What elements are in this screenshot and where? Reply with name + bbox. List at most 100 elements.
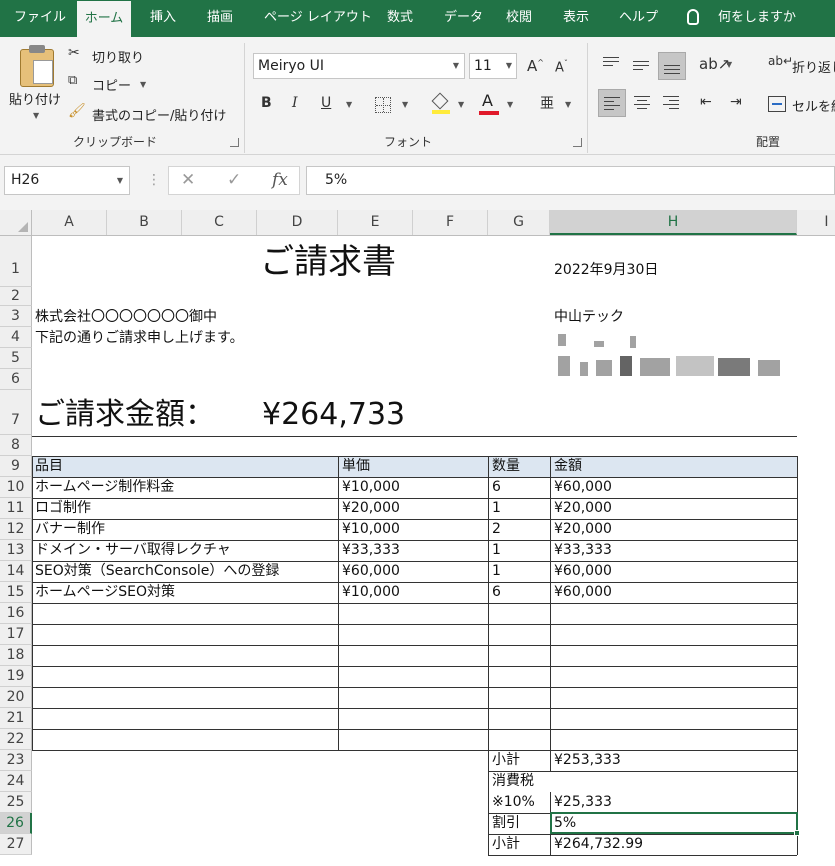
align-left-button[interactable]	[598, 89, 626, 117]
copy-button[interactable]: コピー	[92, 75, 131, 94]
paste-icon[interactable]	[20, 45, 54, 87]
font-color-dropdown-icon[interactable]: ▼	[507, 100, 513, 109]
row-header-16[interactable]: 16	[0, 603, 32, 624]
align-middle-icon[interactable]	[633, 61, 649, 73]
row-header-4[interactable]: 4	[0, 327, 32, 348]
tab-insert[interactable]: 挿入	[148, 0, 178, 37]
align-bottom-button[interactable]	[658, 52, 686, 80]
item-amount: ¥60,000	[554, 479, 612, 495]
tab-draw[interactable]: 描画	[205, 0, 235, 37]
copy-icon[interactable]: ⧉	[68, 73, 77, 88]
decrease-indent-icon[interactable]: ⇤	[700, 94, 712, 110]
row-header-12[interactable]: 12	[0, 519, 32, 540]
column-header-c[interactable]: C	[182, 210, 257, 235]
orientation-dropdown-icon[interactable]: ▼	[726, 60, 732, 69]
row-header-6[interactable]: 6	[0, 369, 32, 390]
tab-formulas[interactable]: 数式	[385, 0, 415, 37]
row-header-18[interactable]: 18	[0, 645, 32, 666]
lightbulb-icon[interactable]	[687, 9, 699, 25]
row-header-19[interactable]: 19	[0, 666, 32, 687]
tab-help[interactable]: ヘルプ	[617, 0, 660, 37]
row-header-23[interactable]: 23	[0, 750, 32, 771]
row-header-20[interactable]: 20	[0, 687, 32, 708]
row-header-2[interactable]: 2	[0, 287, 32, 306]
wrap-text-icon[interactable]: ab↵	[768, 54, 793, 68]
row-header-10[interactable]: 10	[0, 477, 32, 498]
column-header-e[interactable]: E	[338, 210, 413, 235]
tab-view[interactable]: 表示	[561, 0, 591, 37]
clipboard-launcher-icon[interactable]	[230, 138, 239, 147]
drag-handle-icon[interactable]: ⋮	[147, 172, 161, 188]
bold-button[interactable]: B	[261, 95, 272, 111]
column-header-d[interactable]: D	[257, 210, 338, 235]
name-box[interactable]: H26 ▼	[4, 166, 130, 195]
row-header-22[interactable]: 22	[0, 729, 32, 750]
tell-me-search[interactable]: 何をしますか	[716, 0, 798, 37]
item-name: ホームページ制作料金	[35, 479, 175, 495]
font-color-icon[interactable]: A	[479, 91, 499, 115]
underline-dropdown-icon[interactable]: ▼	[346, 100, 352, 109]
row-header-7[interactable]: 7	[0, 390, 32, 435]
row-header-21[interactable]: 21	[0, 708, 32, 729]
column-header-a[interactable]: A	[32, 210, 107, 235]
tab-review[interactable]: 校閲	[504, 0, 534, 37]
font-name-dropdown[interactable]: Meiryo UI ▼	[253, 53, 465, 79]
row-header-27[interactable]: 27	[0, 834, 32, 855]
row-header-26[interactable]: 26	[0, 813, 32, 834]
row-header-3[interactable]: 3	[0, 306, 32, 327]
column-header-f[interactable]: F	[413, 210, 488, 235]
merge-cells-button[interactable]: セルを結	[792, 96, 835, 115]
align-center-icon[interactable]	[634, 96, 650, 112]
copy-dropdown-icon[interactable]: ▼	[140, 80, 146, 89]
cut-button[interactable]: 切り取り	[92, 47, 144, 66]
underline-button[interactable]: U	[321, 95, 331, 111]
row-header-25[interactable]: 25	[0, 792, 32, 813]
font-launcher-icon[interactable]	[573, 138, 582, 147]
insert-function-icon[interactable]: fx	[272, 170, 288, 190]
format-painter-button[interactable]: 書式のコピー/貼り付け	[92, 105, 226, 124]
tab-home[interactable]: ホーム	[77, 1, 131, 37]
font-size-dropdown[interactable]: 11 ▼	[469, 53, 517, 79]
merge-cells-icon[interactable]	[768, 96, 786, 112]
row-header-24[interactable]: 24	[0, 771, 32, 792]
column-header-b[interactable]: B	[107, 210, 182, 235]
cancel-icon[interactable]: ✕	[181, 170, 195, 190]
align-top-icon[interactable]	[603, 57, 619, 69]
paste-button[interactable]: 貼り付け	[9, 89, 61, 108]
border-line	[550, 456, 551, 750]
row-header-11[interactable]: 11	[0, 498, 32, 519]
row-header-5[interactable]: 5	[0, 348, 32, 369]
increase-indent-icon[interactable]: ⇥	[730, 94, 742, 110]
border-icon[interactable]	[375, 97, 391, 113]
format-painter-icon[interactable]: 🖌	[68, 103, 86, 119]
enter-icon[interactable]: ✓	[227, 170, 241, 190]
increase-font-icon[interactable]: A^	[527, 57, 544, 75]
row-header-17[interactable]: 17	[0, 624, 32, 645]
select-all-corner[interactable]	[0, 210, 32, 235]
row-header-1[interactable]: 1	[0, 236, 32, 287]
wrap-text-button[interactable]: 折り返し	[792, 57, 835, 76]
fill-color-icon[interactable]	[431, 92, 450, 114]
column-header-h[interactable]: H	[550, 210, 797, 235]
fill-color-dropdown-icon[interactable]: ▼	[458, 100, 464, 109]
paste-dropdown-icon[interactable]: ▼	[33, 111, 39, 120]
row-header-14[interactable]: 14	[0, 561, 32, 582]
scissors-icon[interactable]: ✂	[68, 45, 80, 61]
border-dropdown-icon[interactable]: ▼	[402, 100, 408, 109]
tab-file[interactable]: ファイル	[12, 0, 68, 37]
column-header-g[interactable]: G	[488, 210, 550, 235]
row-header-15[interactable]: 15	[0, 582, 32, 603]
phonetic-icon[interactable]: 亜	[540, 93, 554, 113]
row-header-9[interactable]: 9	[0, 456, 32, 477]
row-header-8[interactable]: 8	[0, 435, 32, 456]
row-header-13[interactable]: 13	[0, 540, 32, 561]
tab-data[interactable]: データ	[442, 0, 485, 37]
phonetic-dropdown-icon[interactable]: ▼	[565, 100, 571, 109]
tab-page-layout[interactable]: ページ レイアウト	[262, 0, 374, 37]
column-header-i[interactable]: I	[797, 210, 835, 235]
decrease-font-icon[interactable]: Aˇ	[555, 59, 568, 75]
active-cell[interactable]	[550, 812, 800, 836]
align-right-icon[interactable]	[663, 96, 679, 112]
formula-input[interactable]: 5%	[306, 166, 835, 195]
italic-button[interactable]: I	[292, 95, 298, 111]
